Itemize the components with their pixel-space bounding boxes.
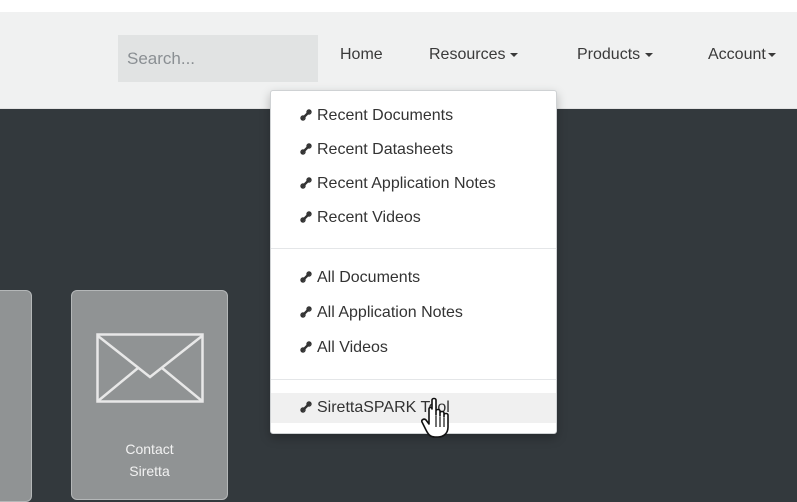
menu-divider [271,379,556,380]
nav-resources-label: Resources [429,46,506,63]
menu-item-label: Recent Datasheets [317,141,454,158]
menu-item-recent-application-notes[interactable]: Recent Application Notes [271,169,556,199]
link-icon [300,177,312,189]
link-icon [300,271,312,283]
menu-item-label: Recent Documents [317,107,454,124]
menu-item-all-application-notes[interactable]: All Application Notes [271,298,556,328]
nav-account[interactable]: Account [708,46,776,64]
chevron-down-icon [645,52,654,57]
menu-item-recent-videos[interactable]: Recent Videos [271,203,556,233]
link-icon [300,109,312,121]
nav-account-label: Account [708,46,766,63]
menu-item-all-documents[interactable]: All Documents [271,263,556,293]
link-icon [300,306,312,318]
menu-item-label: All Application Notes [317,304,463,321]
menu-item-recent-datasheets[interactable]: Recent Datasheets [271,135,556,165]
link-icon [300,341,312,353]
tile-label-line1: Contact [125,441,174,457]
menu-item-label: All Videos [317,339,388,356]
link-icon [300,211,312,223]
tile-partial[interactable] [0,290,32,502]
menu-item-label: Recent Videos [317,209,421,226]
top-strip [0,0,797,12]
envelope-icon [96,333,204,403]
menu-item-label: Recent Application Notes [317,175,496,192]
menu-item-recent-documents[interactable]: Recent Documents [271,101,556,131]
chevron-down-icon [767,52,776,57]
nav-home-label: Home [340,46,383,63]
menu-item-sirettaspark-tool[interactable]: SirettaSPARK Tool [271,393,556,423]
hand-cursor-icon [421,397,449,438]
tile-contact-siretta[interactable]: Contact Siretta [71,290,228,500]
menu-item-label: All Documents [317,269,421,286]
menu-item-all-videos[interactable]: All Videos [271,333,556,363]
tile-label-line2: Siretta [129,463,170,479]
resources-dropdown: Recent Documents Recent Datasheets Recen… [270,90,557,434]
nav-products-label: Products [577,46,641,63]
chevron-down-icon [510,52,519,57]
link-icon [300,401,312,413]
nav-products[interactable]: Products [577,46,654,64]
link-icon [300,143,312,155]
search-input[interactable] [118,35,318,82]
nav-home[interactable]: Home [340,46,383,64]
nav-resources[interactable]: Resources [429,46,519,64]
menu-divider [271,248,556,249]
